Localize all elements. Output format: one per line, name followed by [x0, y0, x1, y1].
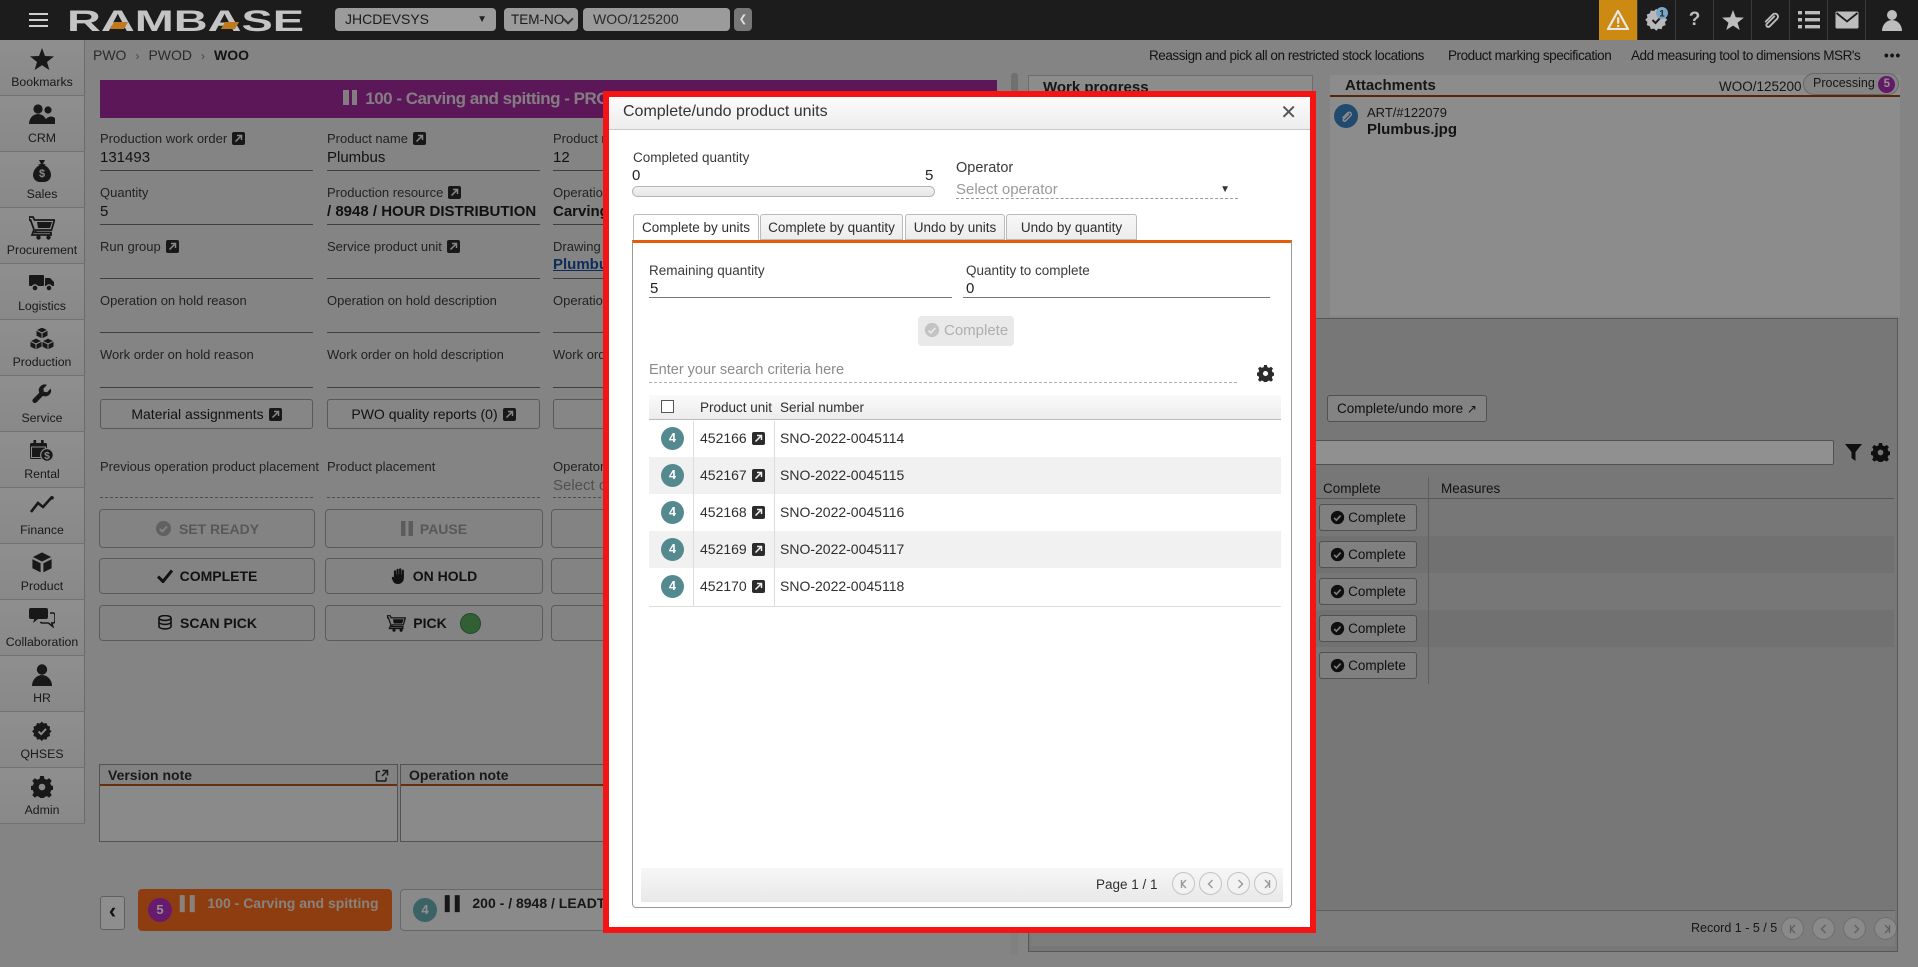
svg-text:1: 1: [1659, 9, 1665, 20]
svg-text:RAMBASE: RAMBASE: [67, 5, 304, 37]
